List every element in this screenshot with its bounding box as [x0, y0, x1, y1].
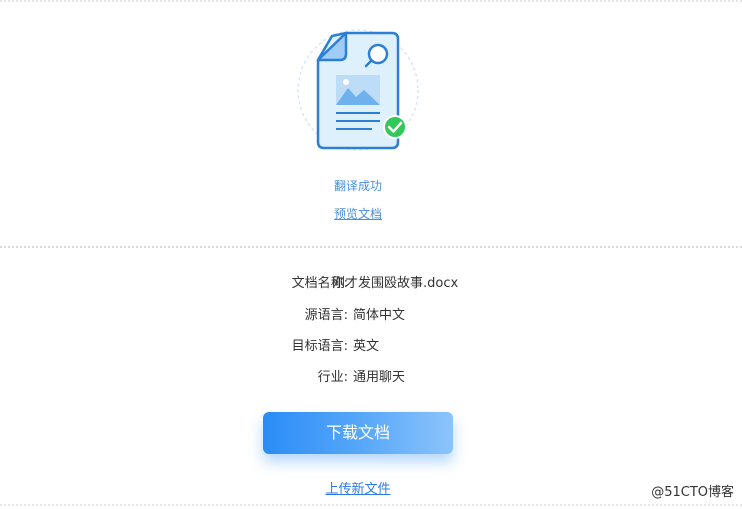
- section-divider: [0, 246, 742, 248]
- target-language-value: 英文: [353, 339, 380, 354]
- document-search-success-icon: [297, 29, 419, 151]
- industry-row: 行业: 通用聊天: [0, 368, 742, 388]
- document-success-illustration: [294, 20, 424, 160]
- document-name-row: 文档名称: 刚才发围殴故事.docx: [0, 274, 742, 294]
- source-language-row: 源语言: 简体中文: [0, 306, 742, 326]
- source-language-label: 源语言:: [304, 308, 348, 323]
- preview-document-link[interactable]: 预览文档: [0, 205, 716, 222]
- translation-success-text: 翻译成功: [333, 179, 382, 193]
- bottom-divider: [0, 504, 742, 506]
- industry-value: 通用聊天: [353, 370, 406, 385]
- industry-label: 行业:: [317, 370, 348, 385]
- download-document-button[interactable]: 下载文档: [263, 412, 453, 454]
- upload-new-file-link[interactable]: 上传新文件: [0, 478, 716, 497]
- check-circle-icon: [383, 115, 407, 139]
- top-divider: [0, 0, 742, 2]
- source-language-value: 简体中文: [353, 308, 406, 323]
- watermark-text: @51CTO博客: [651, 485, 734, 500]
- target-language-row: 目标语言: 英文: [0, 337, 742, 357]
- target-language-label: 目标语言:: [291, 339, 348, 354]
- document-name-value: 刚才发围殴故事.docx: [332, 276, 459, 291]
